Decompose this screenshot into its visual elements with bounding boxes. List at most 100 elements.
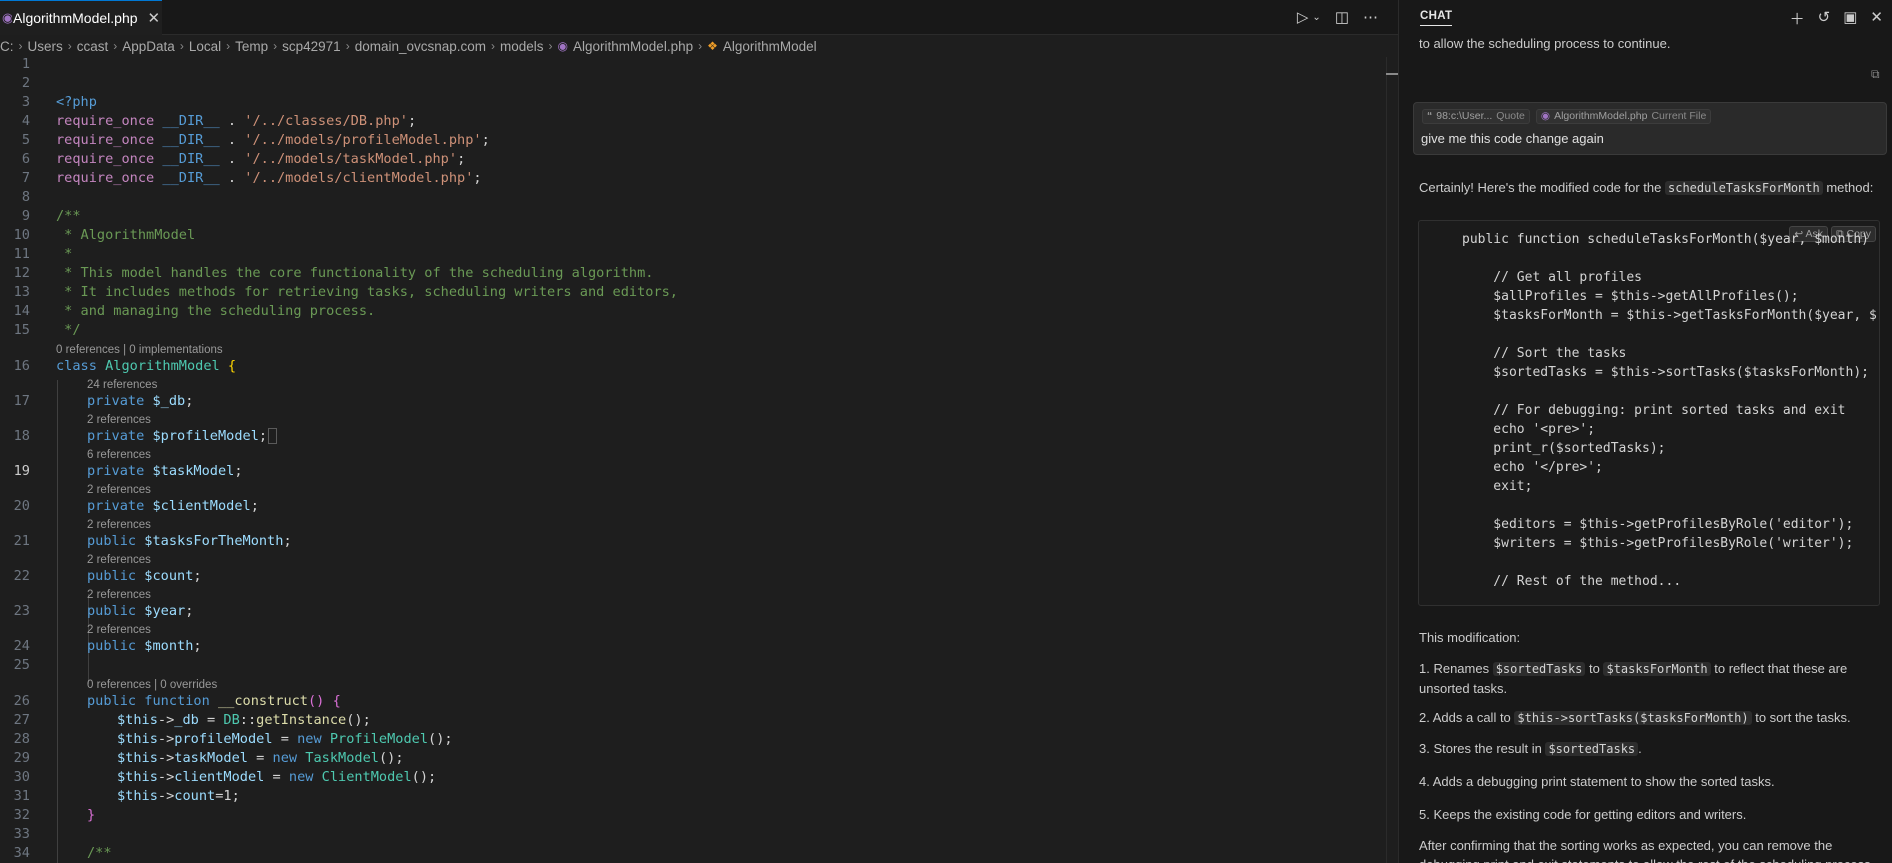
class-symbol-icon: ❖ xyxy=(707,39,718,53)
code-line: 8 xyxy=(0,188,1380,207)
chevron-right-icon: › xyxy=(67,39,72,53)
line-number: 25 xyxy=(13,657,30,673)
new-chat-icon[interactable]: ＋ xyxy=(1790,8,1805,29)
line-number: 28 xyxy=(13,731,30,747)
more-icon[interactable]: ⋯ xyxy=(1363,8,1378,26)
code-line: 18 private $profileModel; xyxy=(0,427,1380,446)
chevron-down-icon[interactable]: ⌄ xyxy=(1312,12,1320,23)
code-text: $this->count=1; xyxy=(117,788,240,804)
code-line: 20 private $clientModel; xyxy=(0,497,1380,516)
modification-item: 1. Renames $sortedTasks to $tasksForMont… xyxy=(1419,661,1848,696)
code-block-line: $allProfiles = $this->getAllProfiles(); xyxy=(1462,289,1799,304)
intro-text: Certainly! Here's the modified code for … xyxy=(1419,180,1665,195)
line-number: 8 xyxy=(21,189,30,205)
maximize-icon[interactable]: ▣ xyxy=(1843,8,1857,29)
code-text: private $clientModel; xyxy=(87,498,259,514)
code-text: * and managing the scheduling process. xyxy=(56,303,376,319)
breadcrumb-item[interactable]: domain_ovcsnap.com xyxy=(355,39,486,54)
code-lens[interactable]: 2 references xyxy=(87,587,151,603)
code-line: 15 */ xyxy=(0,321,1380,340)
code-block-line: $tasksForMonth = $this->getTasksForMonth… xyxy=(1462,308,1877,323)
code-line: 1 xyxy=(0,55,1380,74)
code-line: 24 public $month; xyxy=(0,637,1380,656)
breadcrumb-item[interactable]: Temp xyxy=(235,39,268,54)
code-text: class AlgorithmModel { xyxy=(56,358,237,374)
editor-tab-bar: ◉ AlgorithmModel.php ✕ ▷ ⌄ ◫ ⋯ xyxy=(0,0,1398,35)
code-block-line: // Rest of the method... xyxy=(1462,574,1682,589)
code-line: 26 public function __construct() { xyxy=(0,692,1380,711)
breadcrumb-item[interactable]: AppData xyxy=(122,39,175,54)
code-line: 9 /** xyxy=(0,207,1380,226)
code-line-active: 19 private $taskModel; xyxy=(0,462,1380,481)
code-text: * AlgorithmModel xyxy=(56,227,196,243)
line-number: 27 xyxy=(13,712,30,728)
tab-algorithm-model[interactable]: ◉ AlgorithmModel.php ✕ xyxy=(0,0,162,35)
chip-kind: Current File xyxy=(1651,110,1707,122)
code-lens[interactable]: 2 references xyxy=(87,517,151,533)
code-lens[interactable]: 24 references xyxy=(87,377,157,393)
code-lens[interactable]: 2 references xyxy=(87,622,151,638)
code-block-line: // Get all profiles xyxy=(1462,270,1643,285)
breadcrumb: C: › Users › ccast › AppData › Local › Temp › … xyxy=(0,35,1398,57)
quote-icon: “ xyxy=(1427,110,1433,122)
code-line: 6 require_once __DIR__ . '/../models/task… xyxy=(0,150,1380,169)
context-chips: “ 98:c:\User... Quote ◉ AlgorithmModel.p… xyxy=(1422,109,1712,124)
code-text: /** xyxy=(87,845,112,861)
code-line: 16 class AlgorithmModel { xyxy=(0,357,1380,376)
breadcrumb-class[interactable]: ❖ AlgorithmModel xyxy=(707,39,817,54)
line-number: 31 xyxy=(13,788,30,804)
breadcrumb-item[interactable]: models xyxy=(500,39,544,54)
chat-title[interactable]: CHAT xyxy=(1420,10,1453,26)
line-number: 11 xyxy=(13,246,30,262)
code-text: $this->taskModel = new TaskModel(); xyxy=(117,750,404,766)
code-lens[interactable]: 6 references xyxy=(87,447,151,463)
response-intro: Certainly! Here's the modified code for … xyxy=(1419,178,1879,198)
line-number: 13 xyxy=(13,284,30,300)
chevron-right-icon: › xyxy=(18,39,23,53)
breadcrumb-item[interactable]: C: xyxy=(0,39,14,54)
code-area[interactable]: 1 2 3 <?php 4 require_once __DIR__ . '/../… xyxy=(0,55,1386,863)
code-lens[interactable]: 2 references xyxy=(87,552,151,568)
code-lens[interactable]: 0 references | 0 implementations xyxy=(56,342,223,358)
previous-response-tail: to allow the scheduling process to conti… xyxy=(1419,36,1671,51)
code-lens[interactable]: 2 references xyxy=(87,412,151,428)
line-number: 32 xyxy=(13,807,30,823)
breadcrumb-item[interactable]: ccast xyxy=(77,39,109,54)
code-text: require_once __DIR__ . '/../classes/DB.p… xyxy=(56,113,417,129)
chevron-right-icon: › xyxy=(179,39,184,53)
copy-icon[interactable]: ⧉ xyxy=(1871,67,1880,82)
breadcrumb-item[interactable]: Local xyxy=(189,39,221,54)
code-line: 13 * It includes methods for retrieving … xyxy=(0,283,1380,302)
line-number: 19 xyxy=(13,463,30,479)
code-text: require_once __DIR__ . '/../models/clien… xyxy=(56,170,482,186)
php-file-icon: ◉ xyxy=(2,10,12,25)
quote-chip[interactable]: “ 98:c:\User... Quote xyxy=(1422,109,1530,124)
breadcrumb-item[interactable]: Users xyxy=(28,39,63,54)
editor-scrollbar[interactable] xyxy=(1386,57,1398,863)
code-line: 17 private $_db; xyxy=(0,392,1380,411)
code-text: * xyxy=(56,246,73,262)
history-icon[interactable]: ↺ xyxy=(1818,8,1831,29)
split-editor-icon[interactable]: ◫ xyxy=(1335,8,1349,26)
line-number: 21 xyxy=(13,533,30,549)
code-text: public $year; xyxy=(87,603,194,619)
current-file-chip[interactable]: ◉ AlgorithmModel.php Current File xyxy=(1535,109,1712,124)
code-lens[interactable]: 2 references xyxy=(87,482,151,498)
code-text: private $profileModel; xyxy=(87,427,278,446)
line-number: 4 xyxy=(21,113,30,129)
close-icon[interactable]: ✕ xyxy=(1870,8,1883,29)
user-message: “ 98:c:\User... Quote ◉ AlgorithmModel.p… xyxy=(1413,102,1887,155)
chip-label: AlgorithmModel.php xyxy=(1554,110,1648,122)
chevron-right-icon: › xyxy=(698,39,703,53)
code-text: require_once __DIR__ . '/../models/profi… xyxy=(56,132,490,148)
line-number: 30 xyxy=(13,769,30,785)
breadcrumb-item[interactable]: scp42971 xyxy=(282,39,341,54)
code-lens[interactable]: 0 references | 0 overrides xyxy=(87,677,217,693)
code-line: 32} xyxy=(0,806,1380,825)
chevron-right-icon: › xyxy=(345,39,350,53)
close-tab-icon[interactable]: ✕ xyxy=(148,9,161,27)
code-text: */ xyxy=(56,322,81,338)
breadcrumb-file[interactable]: ◉ AlgorithmModel.php xyxy=(558,39,694,54)
run-icon[interactable]: ▷ xyxy=(1297,8,1309,26)
modification-item: 2. Adds a call to $this->sortTasks($task… xyxy=(1419,710,1851,725)
